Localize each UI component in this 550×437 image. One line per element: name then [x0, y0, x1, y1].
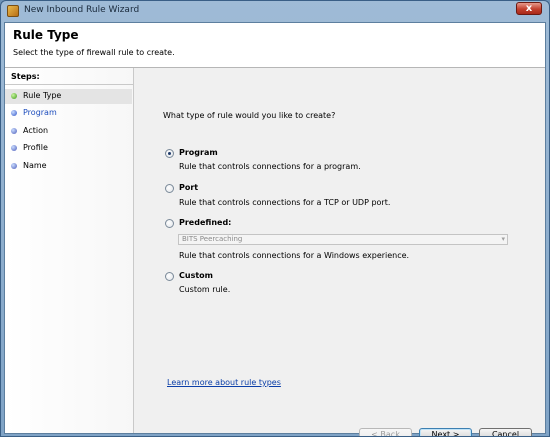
port-radio[interactable] [165, 184, 174, 193]
step-current-icon [11, 110, 17, 116]
steps-label: Steps: [11, 72, 40, 81]
custom-option-description: Custom rule. [179, 285, 231, 294]
chevron-down-icon: ▾ [501, 235, 505, 243]
step-pending-icon [11, 128, 17, 134]
content-panel: What type of rule would you like to crea… [134, 68, 545, 436]
step-label: Program [23, 108, 57, 117]
step-pending-icon [11, 145, 17, 151]
custom-radio[interactable] [165, 272, 174, 281]
program-option-description: Rule that controls connections for a pro… [179, 162, 361, 171]
close-button[interactable]: x [516, 2, 542, 15]
predefined-option-label[interactable]: Predefined: [179, 218, 231, 227]
title-bar[interactable]: New Inbound Rule Wizard x [1, 1, 549, 21]
predefined-radio[interactable] [165, 219, 174, 228]
step-label: Name [23, 161, 47, 170]
step-action[interactable]: Action [5, 124, 132, 139]
port-option-label[interactable]: Port [179, 183, 198, 192]
step-rule-type[interactable]: Rule Type [5, 89, 132, 104]
cancel-button[interactable]: Cancel [479, 428, 532, 436]
steps-panel: Steps: Rule Type Program Action Profile … [5, 68, 134, 433]
back-button[interactable]: < Back [359, 428, 412, 436]
learn-more-link[interactable]: Learn more about rule types [167, 378, 281, 387]
step-label: Profile [23, 143, 48, 152]
step-label: Action [23, 126, 49, 135]
window-title: New Inbound Rule Wizard [24, 5, 140, 15]
step-program[interactable]: Program [5, 106, 132, 121]
step-done-icon [11, 93, 17, 99]
step-profile[interactable]: Profile [5, 141, 132, 156]
rule-type-question: What type of rule would you like to crea… [163, 111, 336, 120]
program-option-label[interactable]: Program [179, 148, 218, 157]
steps-divider [5, 84, 133, 85]
wizard-header: Rule Type Select the type of firewall ru… [5, 23, 545, 68]
step-name[interactable]: Name [5, 159, 132, 174]
port-option-description: Rule that controls connections for a TCP… [179, 198, 391, 207]
firewall-app-icon [7, 5, 19, 17]
step-label: Rule Type [23, 91, 62, 100]
wizard-window: New Inbound Rule Wizard x Rule Type Sele… [0, 0, 550, 437]
page-subtitle: Select the type of firewall rule to crea… [13, 48, 175, 57]
step-pending-icon [11, 163, 17, 169]
predefined-select[interactable]: BITS Peercaching ▾ [178, 234, 508, 245]
predefined-select-value: BITS Peercaching [182, 235, 243, 243]
program-radio[interactable] [165, 149, 174, 158]
page-title: Rule Type [13, 28, 79, 42]
next-button[interactable]: Next > [419, 428, 472, 436]
wizard-client-area: Rule Type Select the type of firewall ru… [4, 22, 546, 436]
predefined-option-description: Rule that controls connections for a Win… [179, 251, 410, 260]
custom-option-label[interactable]: Custom [179, 271, 213, 280]
